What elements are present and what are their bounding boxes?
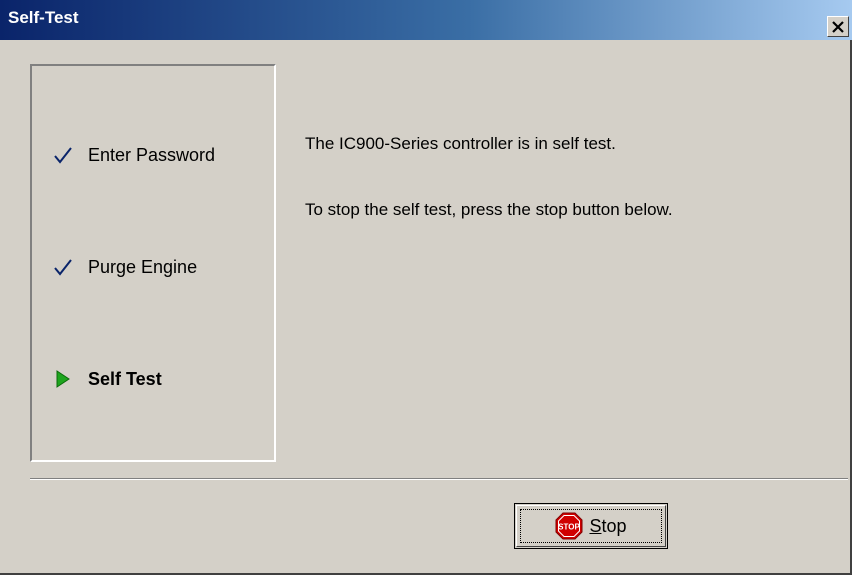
step-label: Enter Password bbox=[88, 144, 216, 165]
play-arrow-icon bbox=[52, 368, 74, 390]
close-button[interactable] bbox=[827, 16, 849, 37]
step-label: Purge Engine bbox=[88, 256, 198, 277]
step-purge-engine: Purge Engine bbox=[52, 256, 197, 278]
stop-sign-icon: STOP bbox=[555, 512, 583, 540]
stop-button-label: Stop bbox=[589, 516, 626, 537]
steps-panel: Enter Password Purge Engine Self Test bbox=[30, 64, 276, 462]
stop-sign-text: STOP bbox=[559, 523, 581, 532]
self-test-dialog: Self-Test Enter Password Purge Engine Se… bbox=[0, 0, 852, 575]
instruction-message: To stop the self test, press the stop bu… bbox=[305, 200, 673, 219]
checkmark-icon bbox=[52, 256, 74, 278]
checkmark-icon bbox=[52, 144, 74, 166]
close-icon bbox=[832, 20, 844, 33]
step-self-test: Self Test bbox=[52, 368, 162, 390]
status-message: The IC900-Series controller is in self t… bbox=[305, 134, 616, 153]
title-bar[interactable]: Self-Test bbox=[0, 0, 852, 40]
stop-label-rest: top bbox=[601, 515, 627, 536]
stop-button-focus: STOP Stop bbox=[520, 509, 662, 543]
divider bbox=[30, 478, 848, 480]
window-title: Self-Test bbox=[8, 8, 79, 27]
step-label: Self Test bbox=[88, 368, 162, 389]
step-enter-password: Enter Password bbox=[52, 144, 215, 166]
stop-mnemonic: S bbox=[589, 515, 602, 536]
stop-button[interactable]: STOP Stop bbox=[514, 503, 668, 549]
